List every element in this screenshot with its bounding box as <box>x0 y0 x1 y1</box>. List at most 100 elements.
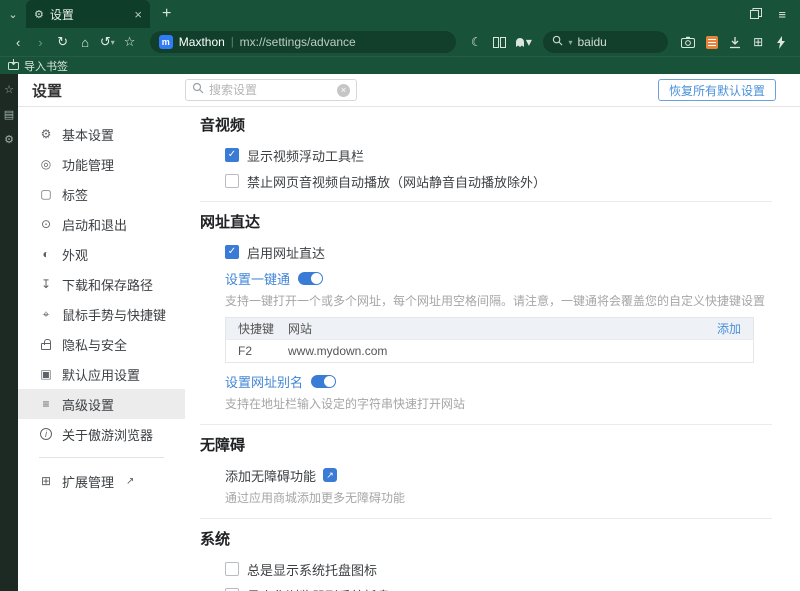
tab-icon: ▢ <box>40 187 52 201</box>
add-accessibility-row[interactable]: 添加无障碍功能 ↗ <box>225 467 786 484</box>
menu-divider <box>39 457 164 458</box>
extensions-grid-icon: ⊞ <box>40 474 52 488</box>
appearance-icon: ◐ <box>42 247 50 261</box>
settings-gear-icon[interactable]: ⚙ <box>4 134 14 146</box>
panel-icon[interactable]: ▤ <box>4 109 14 121</box>
address-separator: | <box>230 36 234 48</box>
new-tab-button[interactable]: + <box>162 5 171 23</box>
menu-item-extensions[interactable]: ⊞ 扩展管理 ↗ <box>18 466 185 496</box>
option-label: 最小化浏览器到系统托盘 <box>247 586 390 591</box>
download-icon[interactable] <box>724 36 745 49</box>
accessibility-description: 通过应用商城添加更多无障碍功能 <box>225 491 406 505</box>
checkbox-checked-icon[interactable] <box>225 245 239 259</box>
titlebar: ⌄ ⚙ 设置 × + ≡ <box>0 0 800 28</box>
main-menu-icon[interactable]: ≡ <box>778 7 786 22</box>
menu-item-startup[interactable]: ⊙ 启动和退出 <box>18 209 185 239</box>
section-divider <box>200 201 772 202</box>
mouse-gesture-icon: ⌖ <box>42 306 50 321</box>
menu-item-download-path[interactable]: ↧ 下载和保存路径 <box>18 269 185 299</box>
settings-search-box[interactable]: × <box>185 79 357 101</box>
checkbox-checked-icon[interactable] <box>225 148 239 162</box>
section-title-system: 系统 <box>200 531 231 548</box>
chevron-down-icon: ⌄ <box>8 8 18 21</box>
section-divider <box>200 518 772 519</box>
quick-launch-bolt-icon[interactable] <box>771 35 792 49</box>
hotkey-table-row[interactable]: F2 www.mydown.com <box>226 339 753 362</box>
onekey-settings-link[interactable]: 设置一键通 <box>225 269 290 288</box>
alias-description: 支持在地址栏输入设定的字符串快速打开网站 <box>225 397 466 411</box>
add-hotkey-link[interactable]: 添加 <box>717 320 753 337</box>
menu-item-features[interactable]: ◎ 功能管理 <box>18 149 185 179</box>
tab-close-icon[interactable]: × <box>134 7 142 22</box>
undo-icon: ↺ <box>99 34 111 49</box>
menu-label: 标签 <box>62 187 89 203</box>
settings-gear-icon: ⚙ <box>34 8 44 21</box>
option-show-video-toolbar[interactable]: 显示视频浮动工具栏 <box>225 147 786 164</box>
checkbox-unchecked-icon[interactable] <box>225 562 239 576</box>
option-always-show-tray-icon[interactable]: 总是显示系统托盘图标 <box>225 561 786 578</box>
alias-toggle[interactable] <box>311 374 337 388</box>
menu-item-appearance[interactable]: ◐ 外观 <box>18 239 185 269</box>
night-mode-icon[interactable]: ☾ <box>466 35 487 49</box>
forward-button[interactable]: › <box>30 35 50 50</box>
column-header-site: 网站 <box>288 322 313 336</box>
hotkey-table: 快捷键 网站 添加 F2 www.mydown.com <box>225 317 754 363</box>
menu-item-privacy[interactable]: 隐私与安全 <box>18 329 185 359</box>
menu-item-tabs[interactable]: ▢ 标签 <box>18 179 185 209</box>
clear-search-icon[interactable]: × <box>337 83 350 97</box>
search-engine-caret-icon[interactable]: ▾ <box>568 38 572 47</box>
hotkey-cell-site: www.mydown.com <box>288 344 388 358</box>
section-divider <box>200 424 772 425</box>
incognito-ghost-icon[interactable]: ▾ <box>512 35 533 49</box>
onekey-toggle[interactable] <box>298 271 324 285</box>
split-screen-icon[interactable] <box>489 36 510 48</box>
back-button[interactable]: ‹ <box>8 35 28 50</box>
option-block-autoplay[interactable]: 禁止网页音视频自动播放（网站静音自动播放除外） <box>225 173 786 190</box>
favorite-star-button[interactable]: ☆ <box>119 34 139 50</box>
favorites-star-icon[interactable]: ☆ <box>4 84 14 96</box>
menu-label: 隐私与安全 <box>62 337 128 353</box>
menu-label: 关于傲游浏览器 <box>62 427 154 443</box>
hotkey-cell-key: F2 <box>238 344 253 358</box>
settings-content: 音视频 显示视频浮动工具栏 禁止网页音视频自动播放（网站静音自动播放除外） 网址… <box>185 107 800 591</box>
settings-search-input[interactable] <box>209 83 332 97</box>
address-brand: Maxthon <box>178 35 225 49</box>
section-title-audio-video: 音视频 <box>200 117 246 134</box>
menu-item-basic[interactable]: ⚙ 基本设置 <box>18 119 185 149</box>
option-minimize-to-tray[interactable]: 最小化浏览器到系统托盘 <box>225 587 786 591</box>
lock-icon <box>39 338 53 350</box>
settings-menu: ⚙ 基本设置 ◎ 功能管理 ▢ 标签 ⊙ 启动和退出 ◐ 外观 ↧ 下载和保存路径 ⌖ 鼠标手… <box>18 107 185 591</box>
add-accessibility-label: 添加无障碍功能 <box>225 468 317 484</box>
checkbox-unchecked-icon[interactable] <box>225 174 239 188</box>
undo-button[interactable]: ↺▾ <box>97 34 117 50</box>
app-store-link-icon[interactable]: ↗ <box>323 468 338 482</box>
menu-item-default-apps[interactable]: ▣ 默认应用设置 <box>18 359 185 389</box>
maxnote-icon[interactable] <box>701 35 722 49</box>
menu-item-advanced[interactable]: ≡ 高级设置 <box>18 389 185 419</box>
tab-settings[interactable]: ⚙ 设置 × <box>26 0 150 28</box>
settings-header: 设置 × 恢复所有默认设置 <box>18 74 800 107</box>
address-bar[interactable]: m Maxthon | mx://settings/advance <box>149 31 456 53</box>
screenshot-camera-icon[interactable] <box>678 36 699 48</box>
features-icon: ◎ <box>40 157 52 171</box>
bookmarks-bar: 导入书签 <box>0 56 800 74</box>
menu-label: 高级设置 <box>62 397 115 413</box>
alias-settings-link[interactable]: 设置网址别名 <box>225 372 303 391</box>
refresh-button[interactable]: ↻ <box>53 34 73 50</box>
extensions-icon[interactable]: ⊞ <box>747 35 768 49</box>
hotkey-table-header: 快捷键 网站 添加 <box>226 318 753 339</box>
restore-defaults-button[interactable]: 恢复所有默认设置 <box>657 79 776 101</box>
tab-title: 设置 <box>49 7 74 22</box>
power-icon: ⊙ <box>40 217 52 231</box>
option-enable-url-direct[interactable]: 启用网址直达 <box>225 244 786 261</box>
home-button[interactable]: ⌂ <box>75 35 95 50</box>
toolbar-search-box[interactable]: ▾ baidu <box>543 31 668 53</box>
undo-caret-icon: ▾ <box>110 38 115 47</box>
ghost-caret-icon: ▾ <box>525 35 532 49</box>
menu-item-about[interactable]: i 关于傲游浏览器 <box>18 419 185 449</box>
menu-item-mouse-gestures[interactable]: ⌖ 鼠标手势与快捷键 <box>18 299 185 329</box>
tab-list-button[interactable]: ⌄ <box>0 0 26 28</box>
menu-label: 外观 <box>62 247 89 263</box>
import-bookmarks-button[interactable]: 导入书签 <box>24 58 68 74</box>
window-restore-icon[interactable] <box>750 7 763 22</box>
